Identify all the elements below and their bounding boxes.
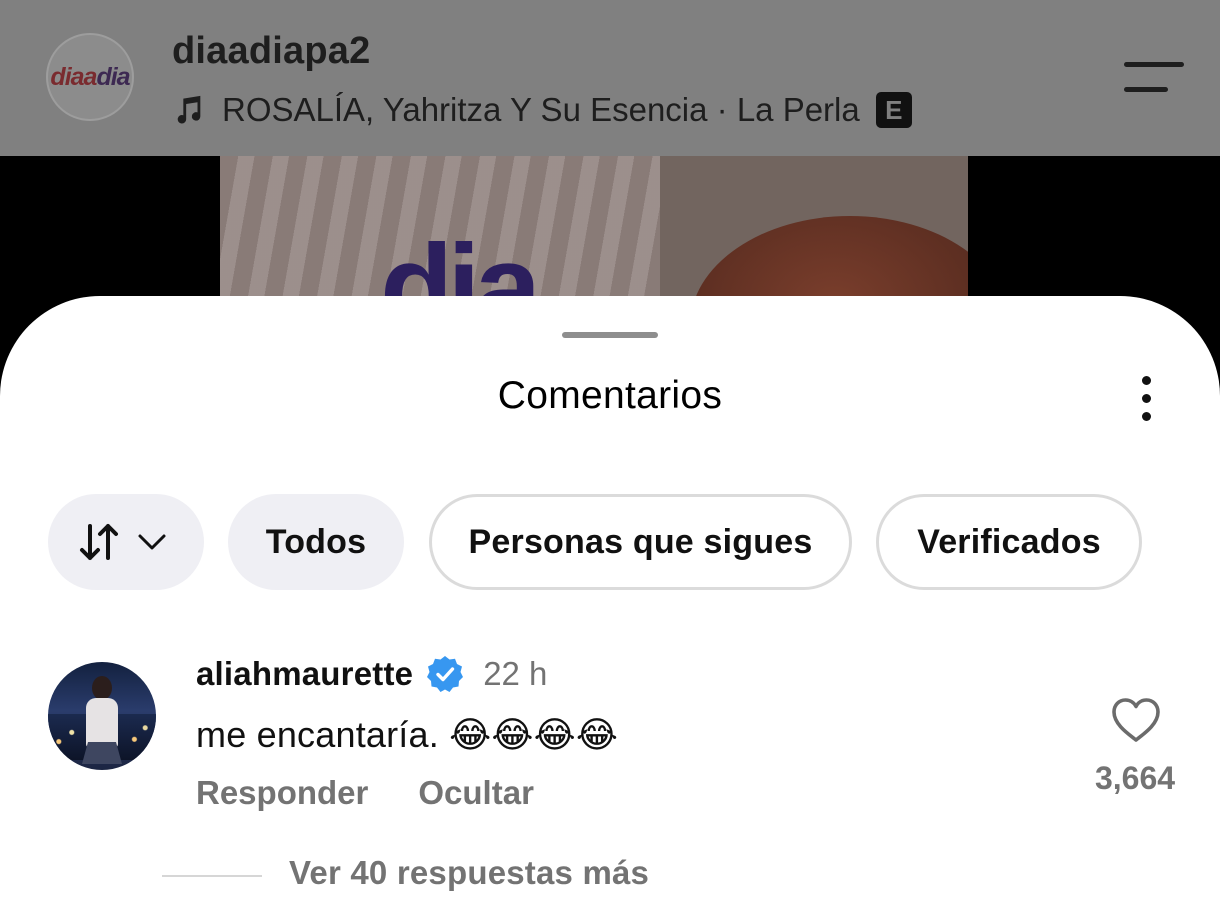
comment-time: 22 h: [483, 655, 548, 692]
comment-text: me encantaría. 😂😂😂😂: [196, 714, 619, 755]
comments-sheet: Comentarios Todos Personas que sigues Ve…: [0, 296, 1220, 922]
verified-badge-icon: [427, 656, 464, 692]
heart-icon[interactable]: [1110, 696, 1162, 744]
view-replies-link[interactable]: Ver 40 respuestas más: [289, 854, 649, 892]
profile-avatar[interactable]: diaadia: [46, 33, 134, 121]
comment-avatar[interactable]: [48, 662, 156, 770]
explicit-badge: E: [875, 92, 912, 128]
reply-button[interactable]: Responder: [196, 774, 368, 812]
sort-arrows-icon: [80, 524, 166, 560]
avatar-figure: [92, 676, 112, 700]
music-track: ROSALÍA, Yahritza Y Su Esencia · La Perl…: [222, 91, 860, 128]
logo-part: a: [83, 62, 98, 91]
hamburger-menu-icon[interactable]: [1122, 60, 1184, 96]
like-count: 3,664: [1094, 760, 1176, 796]
comment-actions: Responder Ocultar: [196, 774, 534, 812]
drag-handle[interactable]: [562, 332, 658, 338]
filter-all-button[interactable]: Todos: [228, 494, 404, 590]
replies-divider: [162, 875, 262, 877]
avatar-logo: diaadia: [50, 62, 130, 92]
sheet-title: Comentarios: [497, 374, 723, 417]
filter-following-button[interactable]: Personas que sigues: [429, 494, 852, 590]
logo-part: dia: [96, 62, 130, 91]
post-header: diaadia diaadiapa2 ROSALÍA, Yahritza Y S…: [0, 0, 1220, 156]
sort-button[interactable]: [48, 494, 204, 590]
more-options-icon[interactable]: [1126, 372, 1170, 424]
avatar-figure: [86, 698, 118, 748]
music-info[interactable]: ROSALÍA, Yahritza Y Su Esencia · La Perl…: [172, 88, 912, 132]
filter-verified-button[interactable]: Verificados: [876, 494, 1142, 590]
header-username[interactable]: diaadiapa2: [172, 30, 370, 73]
comment-header: aliahmaurette 22 h: [196, 652, 547, 696]
avatar-figure: [82, 742, 122, 764]
comment-username[interactable]: aliahmaurette: [196, 655, 413, 693]
hide-button[interactable]: Ocultar: [418, 774, 534, 812]
logo-part: dia: [50, 62, 84, 91]
screen: diaadia diaadiapa2 ROSALÍA, Yahritza Y S…: [0, 0, 1220, 922]
music-note-icon: [177, 95, 201, 124]
